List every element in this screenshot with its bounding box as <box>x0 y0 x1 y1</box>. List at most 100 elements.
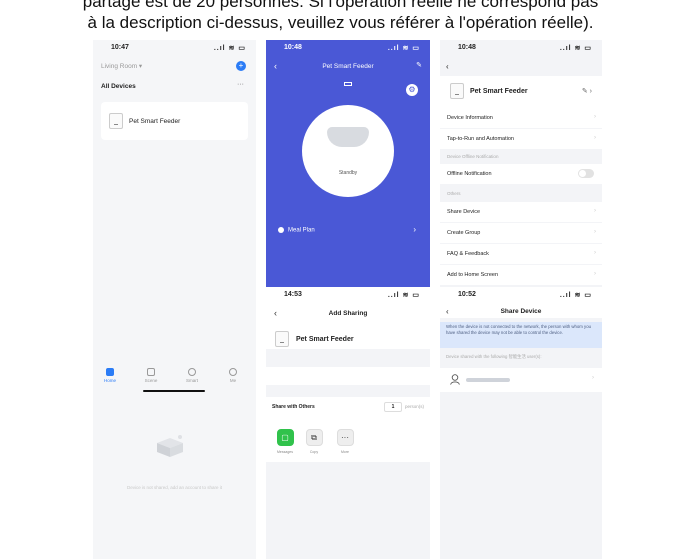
share-with-others-label: Share with Others <box>272 404 315 410</box>
feeder-icon <box>109 113 123 129</box>
device-card[interactable]: Pet Smart Feeder <box>101 102 248 140</box>
header: 14:53 ..ıl ≋ ▭ ‹ Add Sharing Pet Smart F… <box>266 287 430 349</box>
tab-all-devices[interactable]: All Devices <box>101 83 136 90</box>
feeder-control-screen: 10:48 ..ıl ≋ ▭ ‹ Pet Smart Feeder ✎ ⚙ St… <box>266 40 430 287</box>
tab-me-label: Me <box>229 378 237 383</box>
tap-to-run-row[interactable]: Tap-to-Run and Automation › <box>440 129 602 149</box>
row-label: Offline Notification <box>447 171 492 177</box>
home-indicator <box>143 390 205 392</box>
home-screen-bottom: Home Scene Smart Me Device is not shared… <box>93 368 256 559</box>
more-options-icon[interactable]: ··· <box>237 81 244 88</box>
chevron-right-icon: › <box>594 250 596 256</box>
share-count-input[interactable]: 1 <box>384 402 402 412</box>
shared-user-row[interactable]: › <box>440 368 602 392</box>
feeder-status: Standby <box>338 170 358 176</box>
share-count-unit: person(s) <box>404 404 424 409</box>
offline-notification-row: Offline Notification <box>440 164 602 184</box>
page-title: Pet Smart Feeder <box>322 63 374 70</box>
user-icon <box>450 374 460 385</box>
feeder-icon <box>275 331 289 347</box>
tab-me[interactable]: Me <box>218 368 248 383</box>
scene-icon <box>147 368 155 376</box>
header: 10:52 ..ıl ≋ ▭ ‹ Share Device <box>440 287 602 318</box>
page-title: Share Device <box>500 308 542 315</box>
status-bar: 10:48 ..ıl ≋ ▭ <box>266 40 430 56</box>
bowl-icon <box>327 127 369 147</box>
faq-feedback-row[interactable]: FAQ & Feedback › <box>440 244 602 264</box>
share-device-row[interactable]: Share Device › <box>440 202 602 222</box>
status-time: 10:47 <box>111 44 129 51</box>
page-title: Add Sharing <box>328 310 368 317</box>
smart-icon <box>188 368 196 376</box>
chevron-right-icon: › <box>594 208 596 214</box>
add-sharing-screen: 14:53 ..ıl ≋ ▭ ‹ Add Sharing Pet Smart F… <box>266 287 430 559</box>
me-icon <box>229 368 237 376</box>
caption-line-2: à la description ci-dessus, veuillez vou… <box>87 13 594 32</box>
redacted-username <box>466 378 510 382</box>
chevron-right-icon: › <box>594 135 596 141</box>
share-more-label: More <box>341 450 349 454</box>
tab-home[interactable]: Home <box>95 368 125 383</box>
status-icons: ..ıl ≋ ▭ <box>559 45 592 52</box>
chevron-right-icon: › <box>594 229 596 235</box>
more-icon: ··· <box>336 429 354 446</box>
status-bar: 10:47 ..ıl ≋ ▭ <box>93 40 256 56</box>
spacer <box>266 367 430 385</box>
create-group-row[interactable]: Create Group › <box>440 223 602 243</box>
caption: partage est de 20 personnes. Si l'opérat… <box>0 0 681 42</box>
chevron-right-icon[interactable]: › <box>413 225 416 234</box>
share-messages-button[interactable]: ▢ Messages <box>275 429 295 454</box>
tab-smart-label: Smart <box>185 378 198 383</box>
chevron-right-icon: › <box>592 375 594 381</box>
tab-home-label: Home <box>103 378 116 383</box>
device-header[interactable]: Pet Smart Feeder ✎ › <box>440 76 602 108</box>
device-information-row[interactable]: Device Information › <box>440 108 602 128</box>
edit-icon[interactable]: ✎ <box>416 61 422 69</box>
device-name: Pet Smart Feeder <box>296 336 354 343</box>
row-label: Device Information <box>447 115 493 121</box>
share-messages-label: Messages <box>277 450 293 454</box>
add-device-button[interactable]: + <box>236 61 246 71</box>
offline-notification-toggle[interactable] <box>578 169 594 178</box>
row-label: Share Device <box>447 209 481 215</box>
gear-icon[interactable]: ⚙ <box>406 84 418 96</box>
copy-icon: ⧉ <box>305 429 323 446</box>
device-settings-screen: 10:48 ..ıl ≋ ▭ ‹ Pet Smart Feeder ✎ › De… <box>440 40 602 287</box>
add-to-home-screen-row[interactable]: Add to Home Screen › <box>440 265 602 285</box>
status-icons: ..ıl ≋ ▭ <box>559 292 592 299</box>
row-label: Add to Home Screen <box>447 272 499 278</box>
tab-scene-label: Scene <box>144 378 158 383</box>
chevron-right-icon: › <box>594 114 596 120</box>
section-offline-header: Device Offline Notification <box>447 154 499 159</box>
shared-with-label: Device shared with the following 智能生活 us… <box>446 354 542 359</box>
feeder-icon <box>450 83 464 99</box>
home-icon <box>106 368 114 376</box>
row-label: Create Group <box>447 230 481 236</box>
room-selector[interactable]: Living Room ▾ <box>101 62 142 70</box>
chevron-right-icon: › <box>594 271 596 277</box>
status-time: 10:48 <box>458 44 476 51</box>
status-icons: ..ıl ≋ ▭ <box>387 292 420 299</box>
battery-icon <box>344 82 352 86</box>
share-more-button[interactable]: ··· More <box>335 429 355 454</box>
row-label: FAQ & Feedback <box>447 251 489 257</box>
back-button[interactable]: ‹ <box>446 62 449 71</box>
device-card-name: Pet Smart Feeder <box>129 118 181 125</box>
meal-plan-button[interactable]: Meal Plan <box>278 227 315 234</box>
tab-smart[interactable]: Smart <box>177 368 207 383</box>
edit-name-icon[interactable]: ✎ › <box>582 87 592 95</box>
home-screen: 10:47 ..ıl ≋ ▭ Living Room ▾ + All Devic… <box>93 40 256 368</box>
row-label: Tap-to-Run and Automation <box>447 136 514 142</box>
share-copy-label: Copy <box>309 450 319 454</box>
device-name: Pet Smart Feeder <box>470 88 528 95</box>
share-copy-button[interactable]: ⧉ Copy <box>304 429 324 454</box>
tab-scene[interactable]: Scene <box>136 368 166 383</box>
empty-state-text: Device is not shared, add an account to … <box>126 485 223 490</box>
offline-notice: When the device is not connected to the … <box>440 322 602 348</box>
feeder-bowl[interactable]: Standby <box>302 105 394 197</box>
section-others-header: Others <box>447 191 461 196</box>
empty-box-icon <box>157 435 183 457</box>
meal-plan-label: Meal Plan <box>288 227 315 234</box>
status-bar: 10:52 ..ıl ≋ ▭ <box>440 287 602 303</box>
status-time: 14:53 <box>284 291 302 298</box>
